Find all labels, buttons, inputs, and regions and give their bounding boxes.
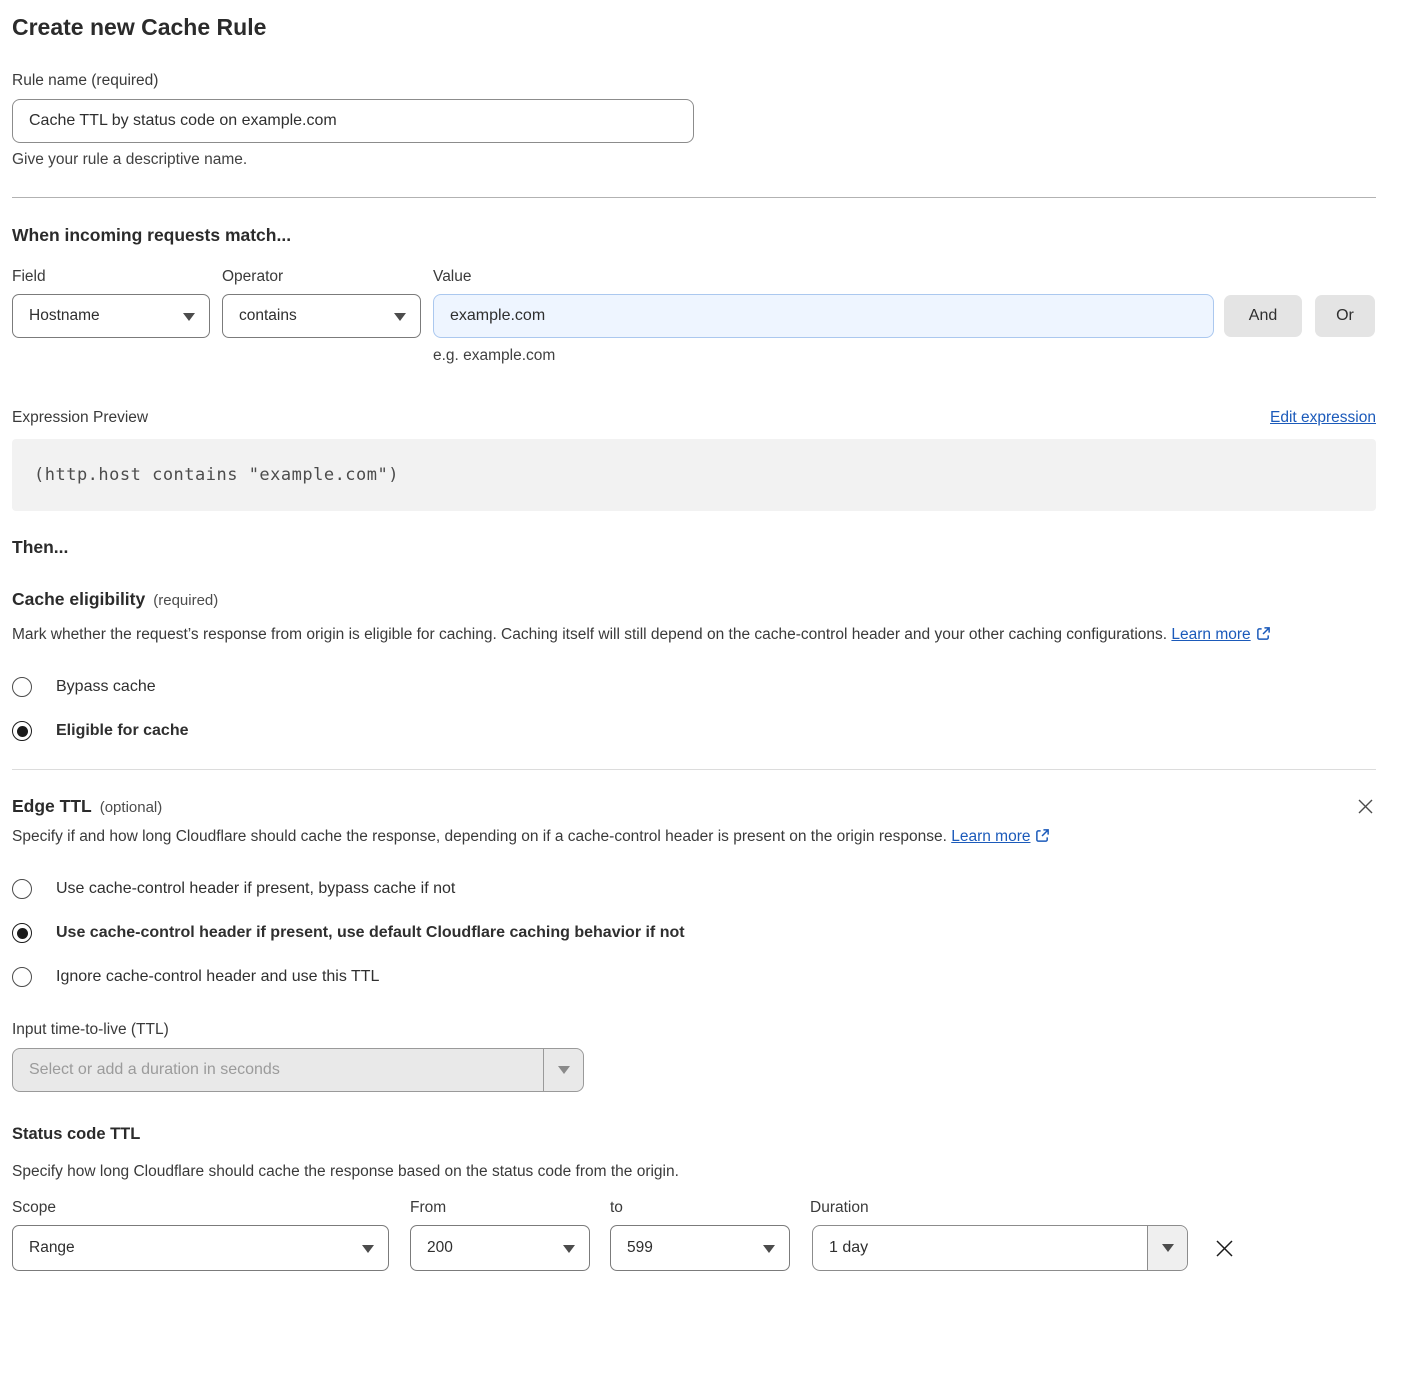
radio-selected-icon: [12, 923, 32, 943]
cache-eligibility-title: Cache eligibility: [12, 589, 145, 609]
radio-label: Use cache-control header if present, byp…: [56, 880, 455, 898]
edge-ttl-heading: Edge TTL (optional): [12, 796, 162, 817]
external-link-icon: [1035, 825, 1050, 853]
ttl-duration-placeholder: Select or add a duration in seconds: [13, 1061, 296, 1079]
radio-label: Bypass cache: [56, 678, 156, 696]
chevron-down-icon: [558, 1066, 570, 1074]
chevron-down-icon: [183, 313, 195, 321]
edge-ttl-qualifier: (optional): [100, 799, 163, 816]
chevron-down-icon: [763, 1245, 775, 1253]
or-button[interactable]: Or: [1315, 295, 1375, 337]
radio-icon: [12, 967, 32, 987]
radio-selected-icon: [12, 721, 32, 741]
scope-select-value: Range: [29, 1239, 75, 1257]
duration-select[interactable]: 1 day: [812, 1225, 1188, 1271]
value-label: Value: [433, 268, 1376, 286]
scope-select[interactable]: Range: [12, 1225, 389, 1271]
radio-option-eligible-for-cache[interactable]: Eligible for cache: [12, 721, 1376, 741]
radio-option-use-header-bypass[interactable]: Use cache-control header if present, byp…: [12, 879, 1376, 899]
cache-eligibility-description-text: Mark whether the request’s response from…: [12, 626, 1167, 643]
expression-preview-label: Expression Preview: [12, 409, 148, 427]
from-label: From: [410, 1199, 610, 1217]
radio-label: Ignore cache-control header and use this…: [56, 968, 379, 986]
page-title: Create new Cache Rule: [12, 14, 1376, 41]
create-cache-rule-form: Create new Cache Rule Rule name (require…: [0, 0, 1412, 1295]
operator-select[interactable]: contains: [222, 294, 421, 338]
external-link-icon: [1256, 623, 1271, 651]
duration-select-value: 1 day: [813, 1239, 884, 1257]
ttl-input-label: Input time-to-live (TTL): [12, 1021, 1376, 1039]
field-select-value: Hostname: [29, 307, 100, 325]
edge-ttl-close-button[interactable]: [1355, 796, 1376, 817]
status-code-ttl-heading: Status code TTL: [12, 1125, 1376, 1144]
close-icon: [1214, 1247, 1235, 1262]
to-select[interactable]: 599: [610, 1225, 790, 1271]
status-code-ttl-description: Specify how long Cloudflare should cache…: [12, 1158, 1376, 1186]
radio-label: Eligible for cache: [56, 722, 188, 740]
duration-label: Duration: [810, 1199, 869, 1217]
chevron-down-icon: [362, 1245, 374, 1253]
section-divider: [12, 197, 1376, 198]
section-divider: [12, 769, 1376, 770]
to-label: to: [610, 1199, 810, 1217]
chevron-down-icon: [563, 1245, 575, 1253]
radio-option-use-header-default[interactable]: Use cache-control header if present, use…: [12, 923, 1376, 943]
then-heading: Then...: [12, 537, 1376, 558]
from-select-value: 200: [427, 1239, 453, 1257]
operator-select-value: contains: [239, 307, 297, 325]
value-hint: e.g. example.com: [433, 347, 1376, 365]
match-heading: When incoming requests match...: [12, 225, 1376, 246]
edge-ttl-description: Specify if and how long Cloudflare shoul…: [12, 823, 1112, 853]
and-button[interactable]: And: [1224, 295, 1302, 337]
radio-icon: [12, 677, 32, 697]
expression-code: (http.host contains "example.com"): [34, 465, 399, 485]
dropdown-button[interactable]: [543, 1049, 583, 1091]
rule-name-label: Rule name (required): [12, 72, 1376, 90]
radio-label: Use cache-control header if present, use…: [56, 924, 685, 942]
close-icon: [1357, 803, 1374, 818]
ttl-duration-select[interactable]: Select or add a duration in seconds: [12, 1048, 584, 1092]
chevron-down-icon: [1162, 1244, 1174, 1252]
edge-ttl-description-text: Specify if and how long Cloudflare shoul…: [12, 828, 947, 845]
radio-option-bypass-cache[interactable]: Bypass cache: [12, 677, 1376, 697]
field-select[interactable]: Hostname: [12, 294, 210, 338]
cache-eligibility-qualifier: (required): [153, 592, 218, 609]
dropdown-button[interactable]: [1147, 1226, 1187, 1270]
rule-name-input[interactable]: [12, 99, 694, 143]
scope-label: Scope: [12, 1199, 410, 1217]
delete-status-ttl-button[interactable]: [1212, 1236, 1237, 1261]
learn-more-link[interactable]: Learn more: [1171, 626, 1250, 643]
edge-ttl-title: Edge TTL: [12, 796, 92, 816]
field-label: Field: [12, 268, 222, 286]
to-select-value: 599: [627, 1239, 653, 1257]
cache-eligibility-heading: Cache eligibility (required): [12, 589, 1376, 610]
edit-expression-link[interactable]: Edit expression: [1270, 409, 1376, 427]
radio-icon: [12, 879, 32, 899]
chevron-down-icon: [394, 313, 406, 321]
operator-label: Operator: [222, 268, 433, 286]
value-input[interactable]: [433, 294, 1214, 338]
from-select[interactable]: 200: [410, 1225, 590, 1271]
rule-name-hint: Give your rule a descriptive name.: [12, 151, 1376, 169]
cache-eligibility-description: Mark whether the request’s response from…: [12, 621, 1376, 651]
expression-preview-block: (http.host contains "example.com"): [12, 439, 1376, 511]
radio-option-ignore-header[interactable]: Ignore cache-control header and use this…: [12, 967, 1376, 987]
learn-more-link[interactable]: Learn more: [951, 828, 1030, 845]
